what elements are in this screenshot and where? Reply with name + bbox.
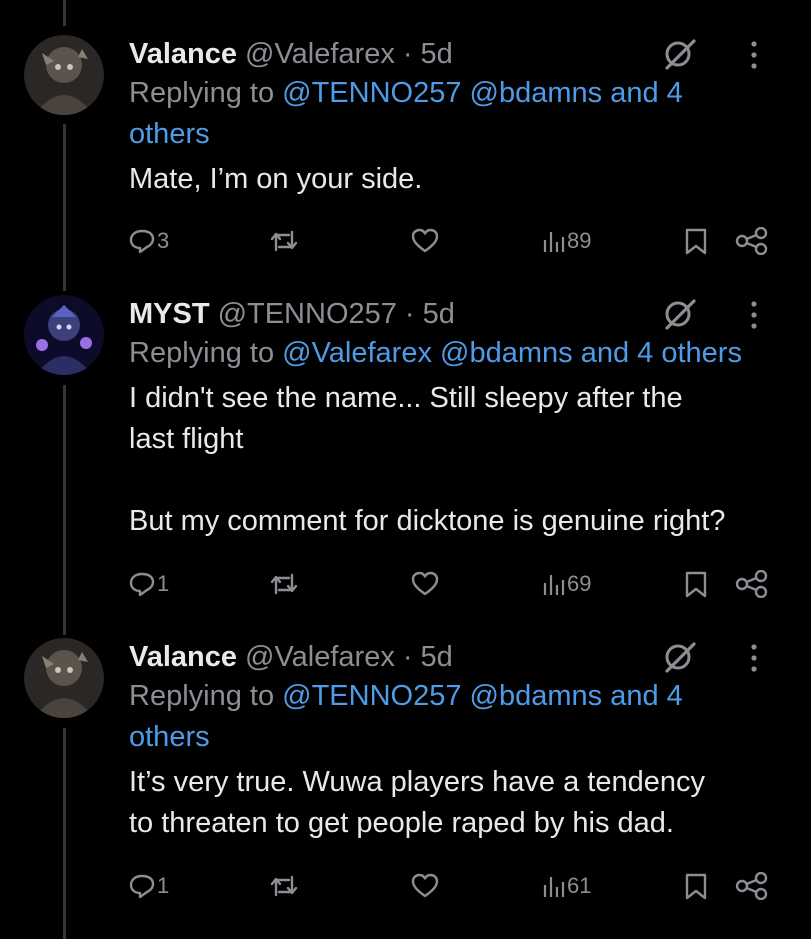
- views-icon: [543, 877, 565, 897]
- grok-icon[interactable]: [663, 37, 697, 71]
- user-handle[interactable]: @TENNO257: [218, 298, 397, 331]
- like-icon: [411, 873, 439, 898]
- user-handle[interactable]: @Valefarex: [245, 641, 395, 674]
- mention-link[interactable]: @Valefarex: [282, 337, 432, 369]
- replying-to: Replying to @Valefarex @bdamns and 4 oth…: [129, 333, 791, 374]
- retweet-icon: [270, 573, 298, 595]
- bookmark-icon: [685, 571, 707, 598]
- display-name[interactable]: Valance: [129, 38, 237, 71]
- avatar-valance[interactable]: [24, 638, 104, 718]
- more-icon[interactable]: [747, 299, 761, 331]
- grok-icon[interactable]: [663, 297, 697, 331]
- separator-dot: ·: [402, 640, 413, 673]
- share-button[interactable]: [735, 868, 769, 904]
- bookmark-icon: [685, 873, 707, 900]
- reply-count: 3: [157, 228, 170, 253]
- avatar-valance[interactable]: [24, 35, 104, 115]
- separator-dot: ·: [402, 37, 413, 70]
- reply-icon: [129, 874, 155, 899]
- retweet-button[interactable]: [269, 868, 299, 904]
- reply-button[interactable]: 1: [129, 868, 169, 904]
- tweet-text-line: to threaten to get people raped by his d…: [129, 807, 674, 839]
- more-icon[interactable]: [747, 39, 761, 71]
- more-icon[interactable]: [747, 642, 761, 674]
- mention-link[interactable]: @bdamns: [470, 77, 603, 109]
- view-count: 69: [567, 571, 592, 596]
- action-bar: 1 61: [129, 868, 791, 904]
- retweet-icon: [270, 875, 298, 897]
- views-button[interactable]: 89: [543, 223, 591, 259]
- tweet-text-line: But my comment for dicktone is genuine r…: [129, 505, 726, 537]
- mention-link[interactable]: @bdamns: [440, 337, 573, 369]
- timestamp[interactable]: 5d: [423, 298, 455, 331]
- timestamp[interactable]: 5d: [421, 38, 453, 71]
- share-icon: [735, 227, 768, 255]
- share-icon: [735, 570, 768, 598]
- retweet-button[interactable]: [269, 566, 299, 602]
- action-bar: 3 89: [129, 223, 791, 259]
- user-handle[interactable]: @Valefarex: [245, 38, 395, 71]
- separator-dot: ·: [404, 297, 415, 330]
- share-icon: [735, 872, 768, 900]
- replying-to: Replying to @TENNO257 @bdamns and 4 othe…: [129, 73, 729, 155]
- bookmark-button[interactable]: [684, 868, 708, 904]
- reply-icon: [129, 572, 155, 597]
- reply-button[interactable]: 3: [129, 223, 169, 259]
- others-link[interactable]: and 4 others: [581, 337, 742, 369]
- reply-count: 1: [157, 571, 170, 596]
- bookmark-button[interactable]: [684, 566, 708, 602]
- replying-label: Replying to: [129, 680, 275, 712]
- replying-label: Replying to: [129, 337, 275, 369]
- reply-count: 1: [157, 873, 170, 898]
- retweet-button[interactable]: [269, 223, 299, 259]
- grok-icon[interactable]: [663, 640, 697, 674]
- tweet-text: I didn't see the name... Still sleepy af…: [129, 378, 791, 542]
- replying-to: Replying to @TENNO257 @bdamns and 4 othe…: [129, 676, 729, 758]
- display-name[interactable]: Valance: [129, 641, 237, 674]
- views-button[interactable]: 69: [543, 566, 591, 602]
- mention-link[interactable]: @TENNO257: [282, 680, 461, 712]
- view-count: 89: [567, 228, 592, 253]
- reply-button[interactable]: 1: [129, 566, 169, 602]
- mention-link[interactable]: @bdamns: [470, 680, 603, 712]
- tweet-text: It’s very true. Wuwa players have a tend…: [129, 762, 791, 844]
- like-button[interactable]: [411, 223, 439, 259]
- tweet-text-line: I didn't see the name... Still sleepy af…: [129, 382, 683, 414]
- thread-line-1: [63, 124, 66, 291]
- mention-link[interactable]: @TENNO257: [282, 77, 461, 109]
- views-button[interactable]: 61: [543, 868, 591, 904]
- views-icon: [543, 232, 565, 252]
- bookmark-button[interactable]: [684, 223, 708, 259]
- tweet-text: Mate, I’m on your side.: [129, 159, 791, 200]
- tweet-text-line: Mate, I’m on your side.: [129, 163, 423, 195]
- view-count: 61: [567, 873, 592, 898]
- like-icon: [411, 571, 439, 596]
- thread-line-2: [63, 385, 66, 635]
- tweet-text-line: It’s very true. Wuwa players have a tend…: [129, 766, 705, 798]
- like-icon: [411, 228, 439, 253]
- bookmark-icon: [685, 228, 707, 255]
- share-button[interactable]: [735, 223, 769, 259]
- display-name[interactable]: MYST: [129, 298, 210, 331]
- like-button[interactable]: [411, 868, 439, 904]
- replying-label: Replying to: [129, 77, 275, 109]
- thread-line-top: [63, 0, 66, 26]
- reply-icon: [129, 229, 155, 254]
- tweet-text-line: last flight: [129, 423, 244, 455]
- action-bar: 1 69: [129, 566, 791, 602]
- avatar-myst[interactable]: [24, 295, 104, 375]
- thread-line-3: [63, 728, 66, 939]
- retweet-icon: [270, 230, 298, 252]
- views-icon: [543, 575, 565, 595]
- timestamp[interactable]: 5d: [421, 641, 453, 674]
- share-button[interactable]: [735, 566, 769, 602]
- like-button[interactable]: [411, 566, 439, 602]
